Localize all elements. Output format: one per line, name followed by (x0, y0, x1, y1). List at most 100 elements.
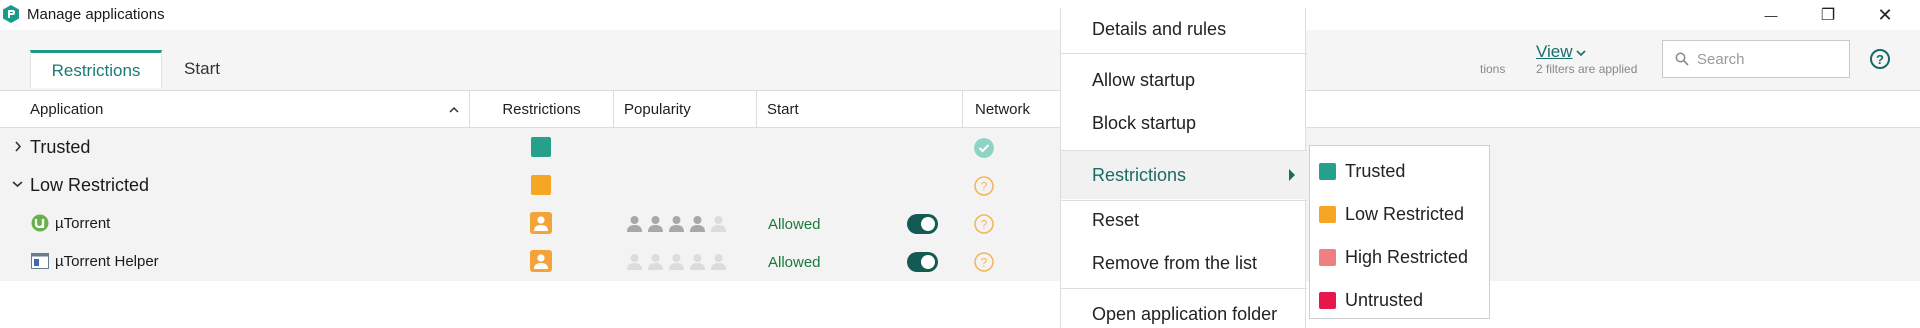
column-header-restrictions[interactable]: Restrictions (470, 91, 614, 128)
column-label: Start (767, 101, 799, 118)
app-name: µTorrent (55, 215, 111, 232)
menu-item-restrictions[interactable]: Restrictions (1061, 151, 1307, 199)
tab-start[interactable]: Start (162, 50, 242, 88)
user-restriction-icon (530, 212, 552, 234)
menu-item-label: Reset (1092, 209, 1140, 230)
search-input[interactable] (1697, 50, 1837, 68)
submenu-item-label: Untrusted (1345, 289, 1424, 310)
person-icon (711, 216, 726, 232)
submenu-item-trusted[interactable]: Trusted (1310, 153, 1489, 189)
submenu-item-label: Trusted (1345, 160, 1406, 181)
group-label: Trusted (30, 137, 91, 157)
column-header-start[interactable]: Start (757, 91, 963, 128)
column-label: Popularity (624, 101, 691, 118)
search-field[interactable] (1662, 40, 1850, 78)
menu-item-label: Details and rules (1092, 18, 1227, 39)
svg-text:?: ? (981, 256, 988, 270)
submenu-arrow-icon (1289, 169, 1295, 181)
start-status: Allowed (768, 216, 821, 233)
person-icon (648, 216, 663, 232)
chevron-right-icon[interactable] (14, 141, 22, 152)
menu-item-open-application-folder[interactable]: Open application folder (1061, 296, 1307, 328)
submenu-item-label: High Restricted (1345, 246, 1469, 267)
help-glyph: ? (1876, 51, 1884, 67)
question-circle-icon[interactable]: ? (974, 214, 994, 234)
column-label: Restrictions (502, 101, 581, 118)
minimize-button[interactable]: — (1748, 0, 1794, 30)
menu-item-label: Restrictions (1092, 164, 1187, 185)
person-icon (690, 216, 705, 232)
filters-applied-note: 2 filters are applied (1536, 62, 1638, 76)
app-logo-icon (3, 5, 19, 23)
check-circle-icon (974, 138, 994, 158)
submenu-item-label: Low Restricted (1345, 203, 1465, 224)
header: Restrictions Start (0, 30, 1920, 90)
menu-item-label: Remove from the list (1092, 252, 1258, 273)
maximize-button[interactable]: ❐ (1805, 0, 1851, 30)
tab-restrictions[interactable]: Restrictions (30, 50, 162, 88)
trusted-restriction-icon (531, 137, 551, 157)
help-icon[interactable]: ? (1870, 49, 1890, 69)
menu-item-details-and-rules[interactable]: Details and rules (1061, 11, 1307, 47)
restore-icon: ❐ (1820, 7, 1836, 24)
menu-item-label: Block startup (1092, 112, 1197, 133)
view-menu-link[interactable]: View (1536, 42, 1586, 62)
person-icon (627, 254, 642, 270)
group-row-low-restricted[interactable]: Low Restricted ? (0, 166, 1920, 204)
group-label: Low Restricted (30, 175, 150, 195)
menu-item-label: Allow startup (1092, 69, 1196, 90)
menu-divider (1061, 53, 1307, 54)
menu-divider (1061, 288, 1307, 289)
user-restriction-icon (530, 250, 552, 272)
untrusted-color-icon (1319, 291, 1336, 309)
window-title: Manage applications (27, 6, 165, 23)
column-header-popularity[interactable]: Popularity (614, 91, 757, 128)
low-restricted-restriction-icon (531, 175, 551, 195)
title-bar: Manage applications — ❐ ✕ (0, 0, 1920, 30)
submenu-item-high-restricted[interactable]: High Restricted (1310, 239, 1489, 275)
window-app-icon (31, 253, 49, 269)
popularity-rating (625, 252, 728, 271)
column-label: Network (975, 101, 1031, 118)
trusted-color-icon (1319, 162, 1336, 180)
person-icon (669, 216, 684, 232)
person-icon (648, 254, 663, 270)
high-restricted-color-icon (1319, 248, 1336, 266)
tab-label: Start (184, 59, 220, 78)
submenu-item-untrusted[interactable]: Untrusted (1310, 282, 1489, 318)
menu-item-reset[interactable]: Reset (1061, 202, 1307, 238)
group-row-trusted[interactable]: Trusted (0, 128, 1920, 166)
menu-item-remove-from-list[interactable]: Remove from the list (1061, 245, 1307, 281)
tab-label: Restrictions (51, 60, 141, 80)
menu-item-allow-startup[interactable]: Allow startup (1061, 62, 1307, 98)
submenu-item-low-restricted[interactable]: Low Restricted (1310, 196, 1489, 232)
close-icon: ✕ (1877, 4, 1893, 25)
chevron-down-icon (1575, 50, 1586, 57)
app-row-utorrent-helper[interactable]: µTorrent Helper Allowed ? (0, 242, 1920, 280)
startup-toggle[interactable] (907, 252, 938, 272)
app-row-utorrent[interactable]: µTorrent Allowed ? (0, 204, 1920, 242)
close-button[interactable]: ✕ (1862, 0, 1908, 30)
person-icon (627, 216, 642, 232)
column-label: Application (30, 101, 104, 118)
app-name: µTorrent Helper (55, 253, 159, 270)
context-menu: Details and rules Allow startup Block st… (1060, 8, 1307, 328)
chevron-down-icon[interactable] (12, 180, 23, 188)
question-circle-icon[interactable]: ? (974, 176, 994, 196)
table-body: Trusted Low Restricted ? µTorrent Allowe… (0, 128, 1920, 281)
utorrent-app-icon (31, 214, 49, 232)
table-header: Application Restrictions Popularity Star… (0, 90, 1920, 128)
low-restricted-color-icon (1319, 205, 1336, 223)
minimize-icon: — (1764, 7, 1778, 23)
column-header-application[interactable]: Application (0, 91, 470, 128)
menu-item-label: Open application folder (1092, 303, 1278, 324)
question-circle-icon[interactable]: ? (974, 252, 994, 272)
view-label: View (1536, 42, 1573, 61)
menu-item-block-startup[interactable]: Block startup (1061, 105, 1307, 141)
person-icon (711, 254, 726, 270)
column-header-network[interactable]: Network (963, 91, 1063, 128)
start-status: Allowed (768, 254, 821, 271)
startup-toggle[interactable] (907, 214, 938, 234)
svg-text:?: ? (981, 180, 988, 194)
restrictions-submenu: Trusted Low Restricted High Restricted U… (1309, 145, 1490, 319)
